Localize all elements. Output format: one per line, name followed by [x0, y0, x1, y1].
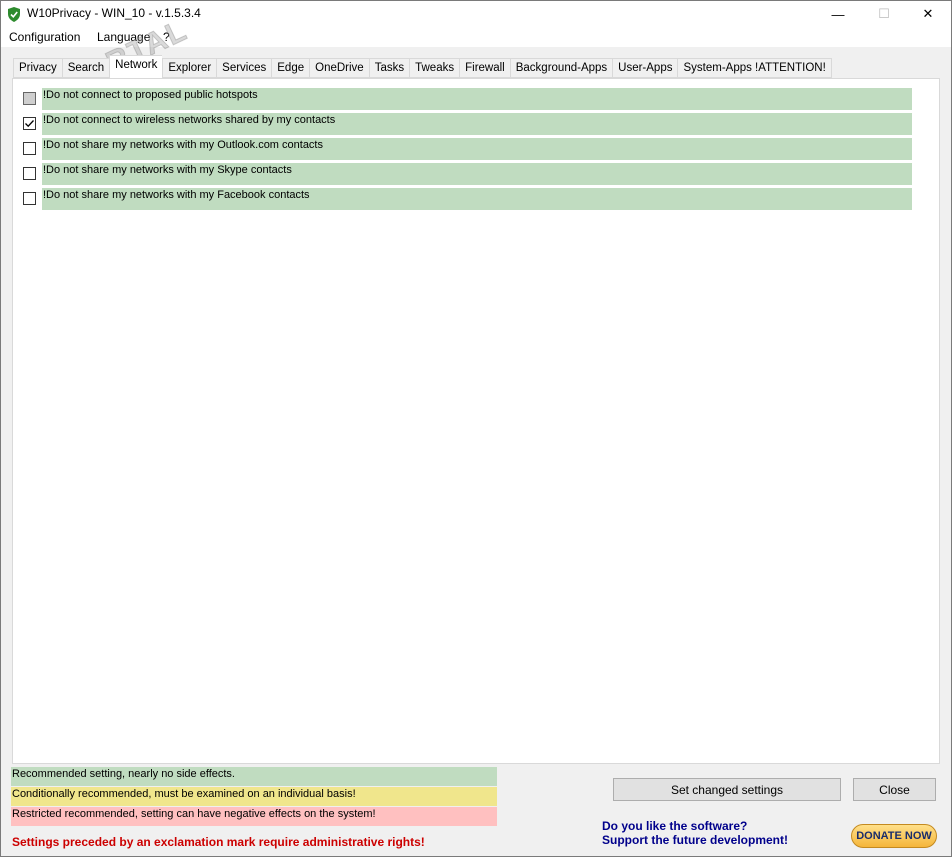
app-window: W10Privacy - WIN_10 - v.1.5.3.4 — ☐ ✕ Co…: [0, 0, 952, 857]
tab-tasks[interactable]: Tasks: [368, 58, 410, 78]
setting-row[interactable]: !Do not share my networks with my Outloo…: [21, 138, 915, 160]
tab-onedrive[interactable]: OneDrive: [309, 58, 369, 78]
close-window-button[interactable]: ✕: [905, 1, 951, 27]
tab-user-apps[interactable]: User-Apps: [612, 58, 678, 78]
menu-help[interactable]: ?: [163, 30, 170, 44]
tab-firewall[interactable]: Firewall: [459, 58, 510, 78]
checkmark-icon: [25, 120, 34, 128]
setting-checkbox[interactable]: [23, 117, 36, 130]
legend-conditional: Conditionally recommended, must be exami…: [11, 787, 497, 806]
set-changed-settings-button[interactable]: Set changed settings: [613, 778, 841, 801]
setting-row[interactable]: !Do not share my networks with my Facebo…: [21, 188, 915, 210]
window-title: W10Privacy - WIN_10 - v.1.5.3.4: [27, 6, 201, 20]
tab-services[interactable]: Services: [216, 58, 272, 78]
tab-privacy[interactable]: Privacy: [13, 58, 62, 78]
setting-checkbox[interactable]: [23, 142, 36, 155]
menu-bar: Configuration Language ?: [1, 27, 951, 47]
minimize-button[interactable]: —: [815, 1, 861, 27]
close-button[interactable]: Close: [853, 778, 936, 801]
tab-tweaks[interactable]: Tweaks: [409, 58, 460, 78]
admin-rights-warning: Settings preceded by an exclamation mark…: [12, 835, 425, 849]
setting-label[interactable]: !Do not connect to wireless networks sha…: [42, 113, 912, 135]
setting-checkbox[interactable]: [23, 167, 36, 180]
setting-label[interactable]: !Do not connect to proposed public hotsp…: [42, 88, 912, 110]
tab-explorer[interactable]: Explorer: [162, 58, 217, 78]
network-settings-panel: !Do not connect to proposed public hotsp…: [12, 78, 940, 764]
setting-label[interactable]: !Do not share my networks with my Skype …: [42, 163, 912, 185]
menu-configuration[interactable]: Configuration: [9, 30, 80, 44]
setting-label[interactable]: !Do not share my networks with my Outloo…: [42, 138, 912, 160]
donate-line-2: Support the future development!: [602, 833, 788, 847]
donate-button[interactable]: DONATE NOW: [851, 824, 937, 848]
tab-network[interactable]: Network: [109, 55, 163, 78]
tab-search[interactable]: Search: [61, 58, 110, 78]
shield-icon: [8, 7, 20, 22]
legend-recommended: Recommended setting, nearly no side effe…: [11, 767, 497, 786]
setting-checkbox[interactable]: [23, 92, 36, 105]
setting-checkbox[interactable]: [23, 192, 36, 205]
donate-line-1: Do you like the software?: [602, 819, 748, 833]
tab-system-apps[interactable]: System-Apps !ATTENTION!: [677, 58, 832, 78]
donate-message: Do you like the software? Support the fu…: [602, 819, 788, 847]
setting-label[interactable]: !Do not share my networks with my Facebo…: [42, 188, 912, 210]
setting-row[interactable]: !Do not connect to wireless networks sha…: [21, 113, 915, 135]
tab-background-apps[interactable]: Background-Apps: [509, 58, 613, 78]
tab-strip: Privacy Search Network Explorer Services…: [13, 55, 832, 78]
menu-language[interactable]: Language: [97, 30, 150, 44]
setting-row[interactable]: !Do not share my networks with my Skype …: [21, 163, 915, 185]
tab-edge[interactable]: Edge: [271, 58, 310, 78]
setting-row[interactable]: !Do not connect to proposed public hotsp…: [21, 88, 915, 110]
legend-restricted: Restricted recommended, setting can have…: [11, 807, 497, 826]
title-bar[interactable]: W10Privacy - WIN_10 - v.1.5.3.4 — ☐ ✕: [1, 1, 951, 27]
maximize-button[interactable]: ☐: [861, 1, 907, 27]
